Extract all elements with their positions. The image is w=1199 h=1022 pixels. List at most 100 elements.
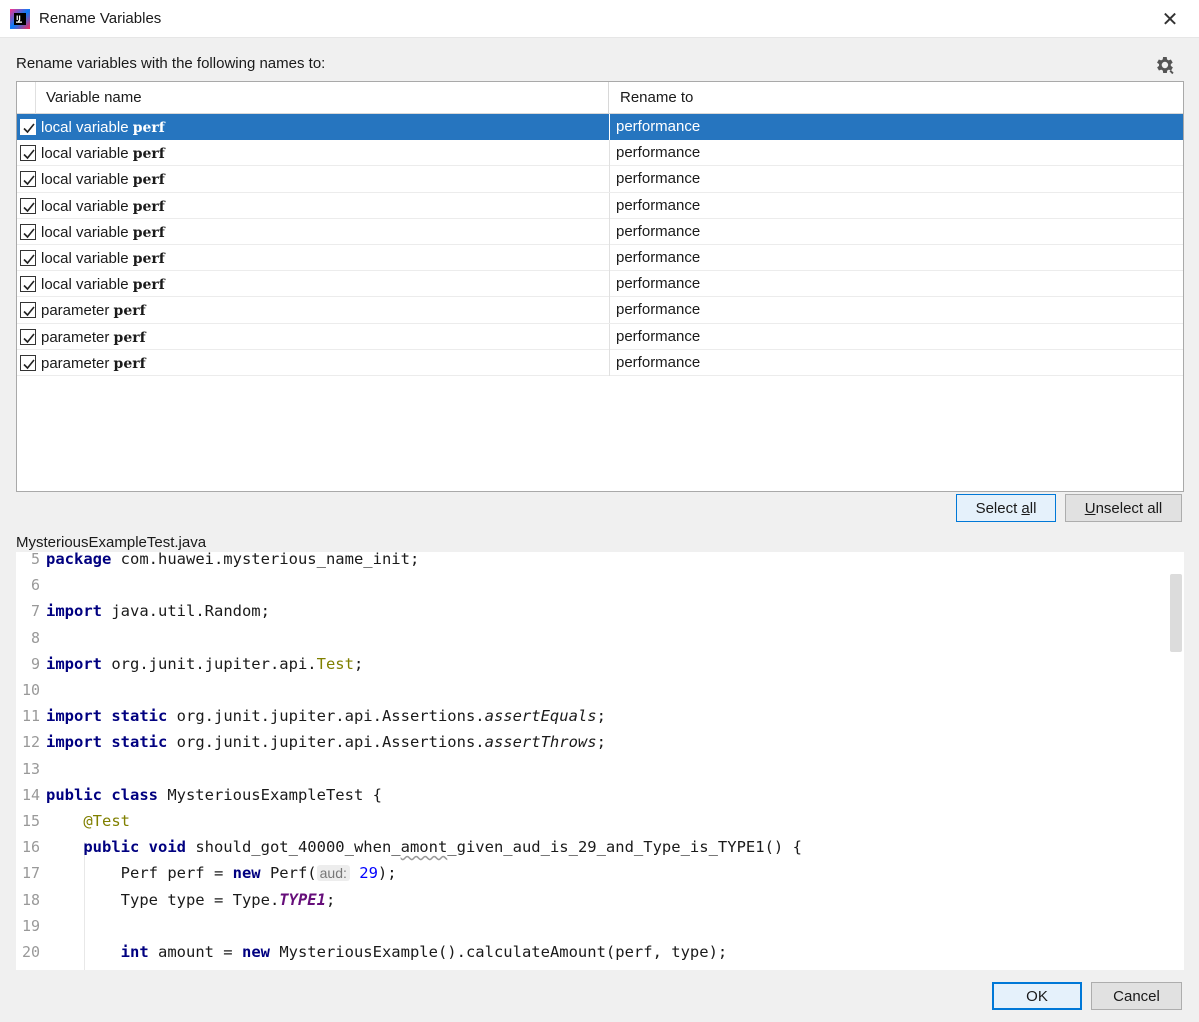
line-number: 19 [21,916,40,935]
prompt-label: Rename variables with the following name… [16,55,326,72]
preview-file-name: MysteriousExampleTest.java [16,534,207,551]
table-row[interactable]: local variable perf performance [17,140,1183,167]
checkmark-icon [23,228,35,238]
table-row[interactable]: local variable perf performance [17,271,1183,298]
variable-identifier: perf [132,198,165,215]
code-token: TYPE1 [279,890,326,909]
row-checkbox[interactable] [20,171,36,188]
code-text: import static org.junit.jupiter.api.Asse… [46,733,606,751]
header-checkbox-column [17,82,36,114]
code-token: public class [46,785,158,804]
variable-kind: local variable [41,223,129,241]
code-token: org.junit.jupiter.api.Assertions. [167,707,485,726]
table-row[interactable]: local variable perf performance [17,192,1183,219]
rename-to-cell[interactable]: performance [616,114,700,140]
rename-to-cell[interactable]: performance [616,193,700,219]
variable-name-cell: local variable perf [41,219,165,245]
table-row[interactable]: local variable perf performance [17,114,1183,141]
select-all-button[interactable]: Select a ll [956,494,1056,522]
rename-to-cell[interactable]: performance [616,350,700,376]
rename-to-cell[interactable]: performance [616,166,700,192]
row-checkbox[interactable] [20,354,36,371]
code-token: amont [400,838,448,857]
table-row[interactable]: local variable perf performance [17,244,1183,272]
line-number: 6 [30,576,40,595]
rename-to-cell[interactable]: performance [616,271,700,297]
row-checkbox[interactable] [20,249,36,266]
variable-kind: parameter [41,354,110,372]
line-number: 15 [21,812,40,830]
unselect-all-button[interactable]: Unselect all [1065,494,1182,522]
gear-icon[interactable] [1153,54,1175,76]
rename-to-cell[interactable]: performance [616,219,700,245]
rename-to-cell[interactable]: performance [616,140,700,166]
code-token: assertThrows [484,733,597,752]
code-token: ); [377,864,397,883]
variable-name-cell: local variable perf [41,114,165,140]
variables-table[interactable]: Variable name Rename to local variable p… [16,81,1184,492]
column-divider [609,271,610,298]
line-number: 18 [21,890,40,909]
column-header-variable-name[interactable]: Variable name [37,82,609,114]
code-token: int [120,943,149,961]
checkmark-icon [23,149,35,160]
checkmark-icon [23,280,35,291]
table-row[interactable]: local variable perf performance [17,166,1183,193]
code-text: public void should_got_40000_when_amont_… [46,838,802,856]
row-checkbox[interactable] [20,276,36,293]
row-checkbox[interactable] [20,223,36,240]
column-divider [609,244,610,271]
code-token: new [232,864,261,883]
close-button[interactable]: ✕ [1150,0,1190,38]
column-header-rename-to[interactable]: Rename to [610,82,1183,114]
rename-to-cell[interactable]: performance [616,297,700,323]
code-token: 29 [359,864,378,883]
variable-kind: local variable [41,197,129,215]
code-token: package [46,552,112,568]
checkmark-icon [23,254,35,265]
row-checkbox[interactable] [20,328,36,345]
ok-button[interactable]: OK [992,982,1082,1010]
code-token: aud: [316,865,350,882]
row-checkbox[interactable] [20,119,36,135]
line-number: 7 [30,602,40,621]
code-token: Type type = Type. [46,890,280,909]
select-all-label-post: ll [1029,499,1037,517]
variable-identifier: perf [113,303,146,320]
unselect-all-mnemonic: U [1084,499,1096,517]
code-token: ; [325,890,336,909]
row-checkbox[interactable] [20,197,36,214]
code-token: amount = [148,943,242,961]
line-number: 9 [30,654,40,673]
column-divider [609,140,610,167]
table-row[interactable]: parameter perf performance [17,297,1183,324]
row-checkbox[interactable] [20,145,36,162]
variable-identifier: perf [113,329,146,346]
variable-name-cell: parameter perf [41,324,146,350]
code-token: org.junit.jupiter.api.Assertions. [167,733,485,752]
variable-name-cell: local variable perf [41,271,165,297]
code-text: Perf perf = new Perf(aud: 29); [46,864,397,882]
line-number: 17 [21,864,40,883]
code-token: com.huawei.mysterious_name_init; [111,552,420,568]
table-row[interactable]: local variable perf performance [17,218,1183,245]
code-text: import static org.junit.jupiter.api.Asse… [46,707,606,725]
variable-identifier: perf [132,120,165,136]
code-token: new [241,943,270,961]
row-checkbox[interactable] [20,302,36,319]
code-token: java.util.Random; [102,602,270,621]
select-all-label-pre: Select [975,499,1022,517]
code-token: import static [46,733,168,752]
line-number: 5 [30,552,40,568]
code-preview[interactable]: 5 package com.huawei.mysterious_name_init… [16,552,1184,970]
code-token: Test [316,654,354,673]
rename-to-cell[interactable]: performance [616,245,700,271]
table-row[interactable]: parameter perf performance [17,349,1183,376]
preview-scrollbar[interactable] [1170,574,1182,652]
rename-to-cell[interactable]: performance [616,324,700,350]
cancel-button[interactable]: Cancel [1091,982,1182,1010]
table-row[interactable]: parameter perf performance [17,323,1183,350]
checkmark-icon [23,202,35,212]
